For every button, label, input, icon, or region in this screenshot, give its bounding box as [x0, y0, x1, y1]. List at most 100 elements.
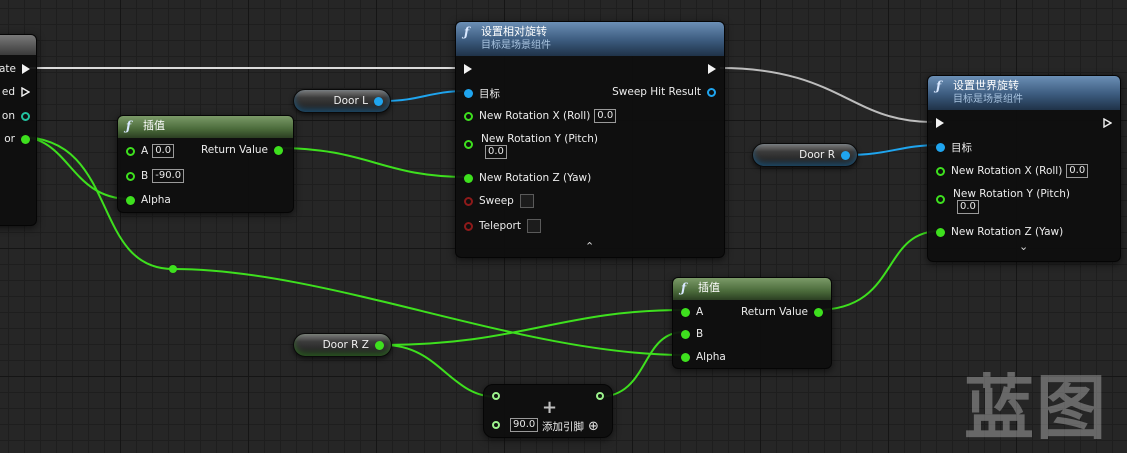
pitch-group: New Rotation Y (Pitch) 0.0 [481, 133, 598, 159]
set-relative-rotation-node[interactable]: ƒ 设置相对旋转 目标是场景组件 目标 Sweep Hit Result New… [455, 21, 725, 258]
float-wire [815, 230, 941, 311]
function-icon: ƒ [681, 281, 687, 295]
door-l-variable[interactable]: Door L [293, 89, 391, 113]
pin-label-b: B [141, 170, 149, 182]
float-in-pin-b[interactable] [681, 329, 690, 339]
target-label: 目标 [479, 88, 500, 100]
float-in-pin-b[interactable] [126, 171, 135, 181]
b-value-field[interactable]: -90.0 [152, 169, 185, 183]
float-in-pin-alpha[interactable] [126, 195, 135, 205]
float-out-pin-return[interactable] [274, 145, 283, 155]
node-subtitle: 目标是场景组件 [953, 94, 1023, 105]
pitch-group: New Rotation Y (Pitch) 0.0 [953, 188, 1070, 214]
pin-label-alpha: Alpha [141, 194, 171, 206]
float-in-pin-2[interactable] [492, 421, 500, 429]
pitch-in-pin[interactable] [936, 195, 945, 204]
roll-value-field[interactable]: 0.0 [1066, 164, 1089, 178]
sweep-hit-out-pin[interactable] [707, 87, 716, 97]
expand-chevron-icon[interactable]: ⌄ [1019, 240, 1028, 253]
a-value-field[interactable]: 0.0 [152, 144, 175, 158]
sweep-checkbox[interactable] [519, 194, 534, 208]
exec-out-pin[interactable] [21, 87, 30, 97]
set-world-rotation-node[interactable]: ƒ 设置世界旋转 目标是场景组件 目标 New Rotation X (Roll… [927, 75, 1121, 262]
object-wire [845, 144, 941, 156]
left-partial-node[interactable]: ate ed on or [0, 34, 37, 226]
exec-out-pin[interactable] [1103, 118, 1112, 128]
target-in-pin[interactable] [936, 143, 945, 152]
sweep-label: Sweep [479, 195, 514, 207]
pitch-label: New Rotation Y (Pitch) [481, 133, 598, 145]
target-in-pin[interactable] [464, 89, 473, 98]
pin-label-alpha: Alpha [696, 351, 726, 363]
pitch-value-field[interactable]: 0.0 [957, 200, 979, 214]
node-subtitle: 目标是场景组件 [481, 40, 551, 51]
roll-in-pin[interactable] [464, 111, 473, 121]
function-icon: ƒ [464, 25, 470, 39]
exec-out-pin[interactable] [708, 64, 716, 74]
watermark-logo: 蓝图 [964, 367, 1108, 449]
collapse-chevron-icon[interactable]: ⌃ [585, 240, 594, 253]
vector-out-pin[interactable] [21, 111, 30, 121]
float-out-pin[interactable] [596, 392, 604, 400]
variable-label: Door R Z [322, 339, 369, 351]
door-rz-variable[interactable]: Door R Z [293, 333, 392, 357]
sweep-in-pin[interactable] [464, 196, 473, 206]
add-node[interactable]: 90.0 + 添加引脚 ⊕ [483, 384, 613, 438]
teleport-checkbox[interactable] [527, 219, 541, 233]
yaw-label: New Rotation Z (Yaw) [951, 226, 1064, 238]
float-wire [383, 309, 685, 346]
target-label: 目标 [951, 142, 972, 154]
float-in-pin-alpha[interactable] [681, 352, 690, 362]
add-pin-button[interactable]: 添加引脚 ⊕ [542, 419, 599, 434]
exec-out-pin[interactable] [22, 64, 30, 74]
node-title: 插值 [143, 119, 165, 132]
lerp-node-2[interactable]: ƒ 插值 A B Alpha Return Value [672, 277, 832, 369]
add-value-field[interactable]: 90.0 [510, 418, 539, 432]
roll-label: New Rotation X (Roll) [479, 110, 591, 122]
sweep-hit-label: Sweep Hit Result [612, 86, 701, 98]
float-wire [383, 344, 498, 398]
float-out-pin-return[interactable] [814, 307, 823, 317]
pitch-in-pin[interactable] [464, 140, 473, 149]
node-header: ƒ 插值 [118, 116, 293, 138]
node-title: 设置相对旋转 [481, 25, 547, 38]
function-icon: ƒ [936, 79, 942, 93]
float-out-pin[interactable] [21, 134, 30, 144]
add-plus-icon: + [542, 397, 558, 418]
pin-label-b: B [696, 328, 704, 340]
node-title: 设置世界旋转 [953, 79, 1019, 92]
object-out-pin[interactable] [841, 150, 850, 160]
exec-wire [719, 67, 933, 123]
pin-label-return: Return Value [740, 306, 808, 318]
lerp-node-1[interactable]: ƒ 插值 A 0.0 B -90.0 Alpha Return Value [117, 115, 294, 213]
node-header: ƒ 插值 [673, 278, 831, 300]
exec-in-pin[interactable] [464, 64, 472, 74]
float-out-pin[interactable] [375, 340, 384, 350]
pin-label-return: Return Value [200, 144, 268, 156]
yaw-in-pin[interactable] [464, 173, 473, 183]
node-title: 插值 [698, 281, 720, 294]
left-pin-label: ed [1, 86, 15, 98]
exec-in-pin[interactable] [936, 118, 944, 128]
function-icon: ƒ [126, 119, 132, 133]
pitch-label: New Rotation Y (Pitch) [953, 188, 1070, 200]
float-wire [275, 147, 469, 178]
variable-label: Door R [799, 149, 835, 161]
pitch-value-field[interactable]: 0.0 [485, 145, 507, 159]
left-pin-label: or [4, 133, 15, 145]
add-pin-label: 添加引脚 [542, 421, 584, 433]
roll-value-field[interactable]: 0.0 [594, 109, 617, 123]
roll-label: New Rotation X (Roll) [951, 165, 1063, 177]
object-out-pin[interactable] [374, 96, 383, 106]
roll-in-pin[interactable] [936, 166, 945, 176]
node-header: ƒ 设置相对旋转 目标是场景组件 [456, 22, 724, 56]
reroute-knot [169, 265, 177, 273]
yaw-in-pin[interactable] [936, 227, 945, 237]
door-r-variable[interactable]: Door R [752, 143, 858, 167]
float-in-pin-a[interactable] [126, 146, 135, 156]
float-in-pin-a[interactable] [681, 307, 690, 317]
float-in-pin-1[interactable] [492, 392, 500, 400]
add-pin-icon: ⊕ [588, 419, 599, 434]
teleport-in-pin[interactable] [464, 221, 473, 231]
left-pin-label: on [1, 110, 15, 122]
